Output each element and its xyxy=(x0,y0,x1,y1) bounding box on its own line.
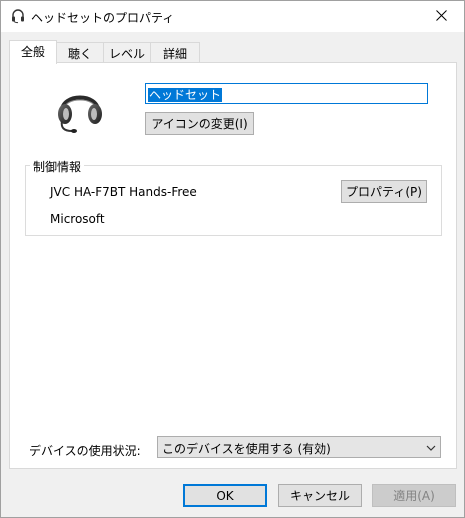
tab-label: 詳細 xyxy=(162,47,187,61)
device-usage-select[interactable]: このデバイスを使用する (有効) xyxy=(157,436,441,458)
device-name-value: ヘッドセット xyxy=(148,88,223,102)
tab-listen[interactable]: 聴く xyxy=(56,42,104,63)
close-icon xyxy=(435,9,447,24)
ok-label: OK xyxy=(216,488,234,503)
change-icon-label: アイコンの変更(I) xyxy=(151,117,248,131)
window-title: ヘッドセットのプロパティ xyxy=(31,11,175,25)
general-tab-panel: ヘッドセット アイコンの変更(I) 制御情報 JVC HA-F7BT Hands… xyxy=(9,62,457,469)
device-usage-label: デバイスの使用状況: xyxy=(29,444,141,458)
device-name-field[interactable]: ヘッドセット xyxy=(145,83,428,104)
apply-label: 適用(A) xyxy=(393,489,435,503)
tab-levels[interactable]: レベル xyxy=(103,42,151,63)
tab-label: 聴く xyxy=(67,47,92,61)
title-bar: ヘッドセットのプロパティ xyxy=(1,1,464,32)
tab-label: レベル xyxy=(108,47,145,61)
tab-advanced[interactable]: 詳細 xyxy=(150,42,200,63)
device-usage-value: このデバイスを使用する (有効) xyxy=(162,442,331,456)
headset-icon xyxy=(10,8,26,24)
controller-name: JVC HA-F7BT Hands-Free xyxy=(50,185,197,199)
tab-general[interactable]: 全般 xyxy=(9,40,57,64)
properties-button-label: プロパティ(P) xyxy=(346,185,422,199)
chevron-down-icon xyxy=(426,442,436,452)
headset-icon xyxy=(52,81,108,137)
cancel-button[interactable]: キャンセル xyxy=(278,484,362,507)
tab-label: 全般 xyxy=(20,45,45,59)
cancel-label: キャンセル xyxy=(289,489,350,503)
ok-button[interactable]: OK xyxy=(183,484,267,507)
manufacturer-name: Microsoft xyxy=(50,212,105,226)
properties-dialog: ヘッドセットのプロパティ 全般 聴く レベル 詳細 ヘッドセット アイコンの変更… xyxy=(0,0,465,518)
controller-properties-button[interactable]: プロパティ(P) xyxy=(341,180,427,203)
change-icon-button[interactable]: アイコンの変更(I) xyxy=(145,112,254,135)
controller-info-heading: 制御情報 xyxy=(30,158,85,175)
apply-button[interactable]: 適用(A) xyxy=(372,484,456,507)
close-button[interactable] xyxy=(418,1,464,32)
